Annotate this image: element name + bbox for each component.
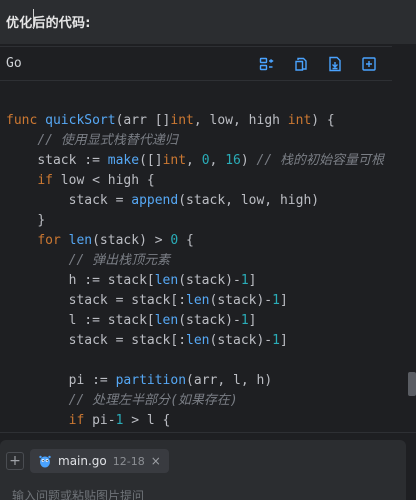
code-line: stack = stack[:len(stack)-1]	[68, 293, 288, 308]
chat-input-field[interactable]: 输入问题或粘贴图片提问	[12, 487, 144, 500]
add-context-button[interactable]: +	[6, 452, 24, 470]
chip-line-range: 12-18	[112, 454, 145, 468]
code-line: // 处理左半部分(如果存在)	[68, 393, 238, 408]
code-line: }	[37, 213, 46, 228]
code-actions	[258, 55, 386, 73]
divider	[0, 432, 416, 433]
code-block-toolbar: Go	[0, 47, 392, 81]
chat-message-header: 优化后的代码:	[0, 0, 416, 44]
code-block: Go func quickSort(arr []int, low, high i…	[0, 46, 392, 430]
code-line: for len(stack) > 0 {	[37, 233, 194, 248]
code-line: if pi-1 > l {	[68, 413, 171, 428]
scrollbar-thumb[interactable]	[408, 372, 416, 396]
code-line: stack = stack[:len(stack)-1]	[68, 333, 288, 348]
close-icon[interactable]: ×	[151, 454, 161, 468]
code-line: if low < high {	[37, 173, 155, 188]
gopher-icon	[39, 455, 51, 468]
new-file-icon[interactable]	[360, 55, 378, 73]
insert-at-cursor-icon[interactable]	[326, 55, 344, 73]
file-context-chip[interactable]: main.go 12-18 ×	[30, 449, 169, 473]
chat-input-panel: + main.go 12-18 × 输入问题或粘贴图片提问	[0, 440, 406, 500]
code-line: // 使用显式栈替代递归	[37, 133, 178, 148]
code-line: stack := make([]int, 0, 16) // 栈的初始容量可根	[37, 153, 384, 168]
code-content[interactable]: func quickSort(arr []int, low, high int)…	[0, 91, 392, 431]
chip-file-name: main.go	[58, 454, 107, 468]
code-line: pi := partition(arr, l, h)	[68, 373, 273, 388]
code-line: l := stack[len(stack)-1]	[68, 313, 257, 328]
code-line: // 弹出栈顶元素	[68, 253, 171, 268]
code-line: func quickSort(arr []int, low, high int)…	[6, 113, 335, 128]
code-language-label: Go	[6, 56, 22, 71]
code-line: h := stack[len(stack)-1]	[68, 273, 257, 288]
copy-icon[interactable]	[292, 55, 310, 73]
code-line: stack = append(stack, low, high)	[68, 193, 320, 208]
wrap-lines-icon[interactable]	[258, 55, 276, 73]
message-title: 优化后的代码:	[6, 16, 91, 31]
text-cursor	[33, 9, 34, 29]
